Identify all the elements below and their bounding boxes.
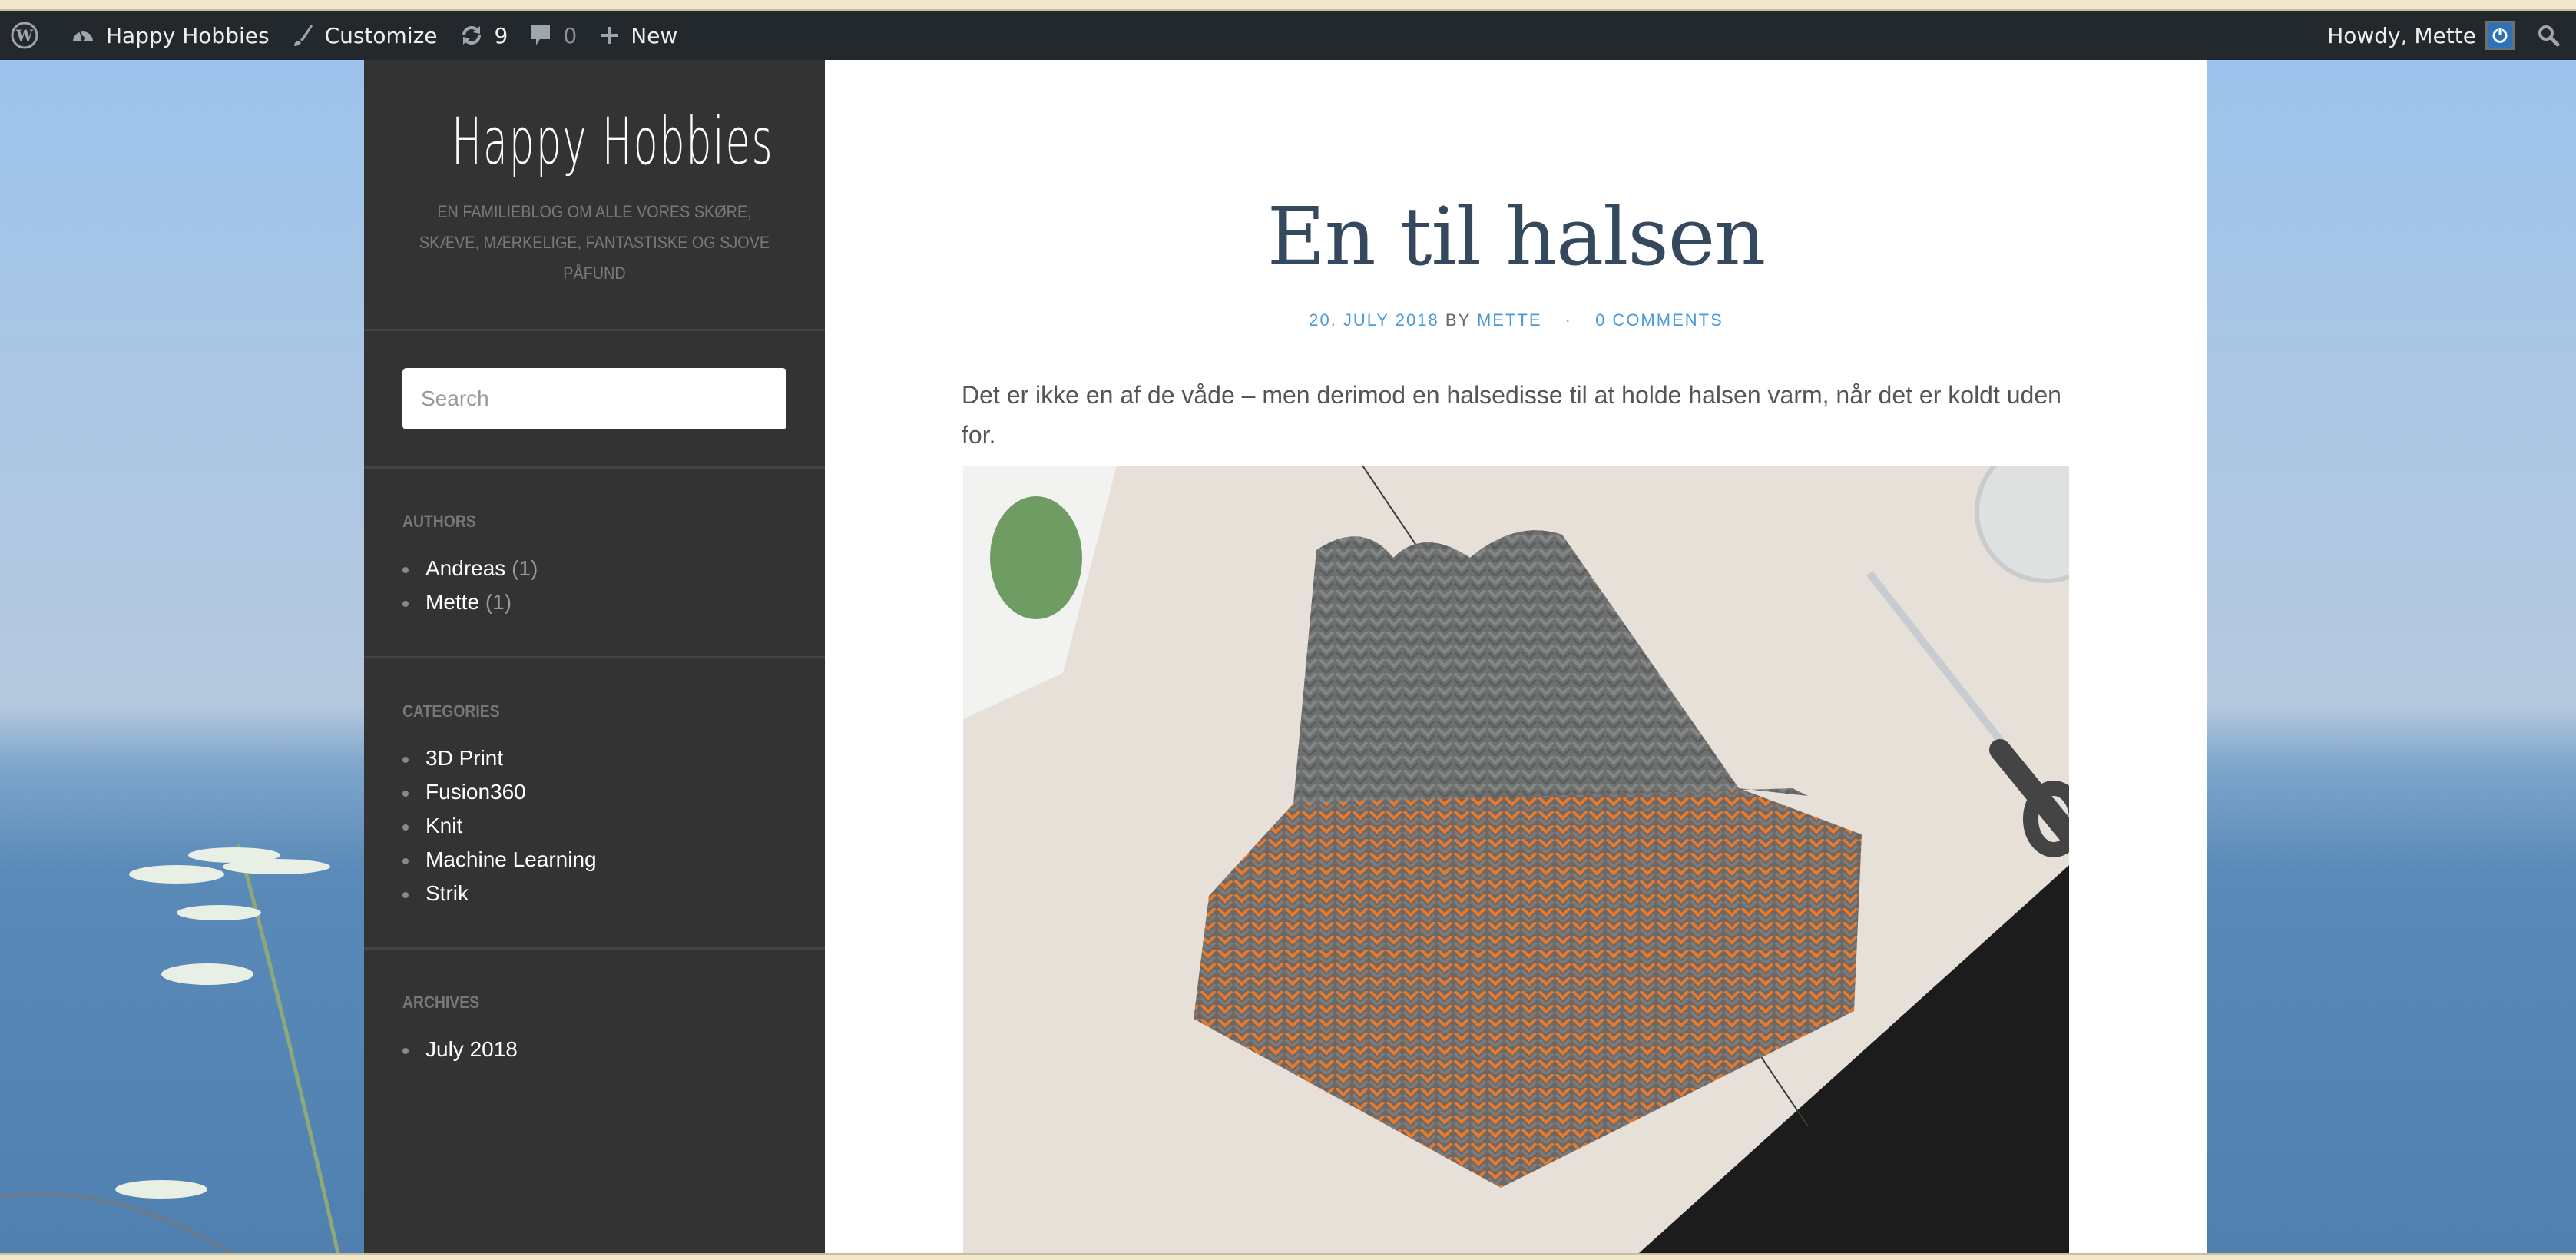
browser-top-strip [0,0,2576,11]
archives-widget: Archives July 2018 [364,950,825,1103]
customize-label: Customize [324,22,438,48]
wordpress-icon: W [11,22,38,49]
authors-widget: Authors Andreas (1) Mette (1) [364,469,825,656]
knitted-neckwarmer-photo [963,466,2069,1253]
category-item[interactable]: Knit [402,809,786,843]
comment-icon [529,23,552,48]
category-link[interactable]: Knit [425,814,462,837]
author-link[interactable]: Andreas [425,556,505,580]
widget-title-categories: Categories [402,701,500,721]
post-date-link[interactable]: 20. July 2018 [1309,310,1439,330]
meta-separator: · [1564,310,1572,330]
search-input[interactable] [402,368,786,429]
category-item[interactable]: Strik [402,877,786,910]
category-link[interactable]: Machine Learning [425,847,597,871]
admin-search-button[interactable] [2525,11,2576,60]
search-icon [2536,23,2561,48]
comments-link[interactable]: 0 [518,11,588,60]
author-item[interactable]: Andreas (1) [402,552,786,585]
archive-link[interactable]: July 2018 [425,1037,518,1061]
category-link[interactable]: Strik [425,881,469,905]
account-menu[interactable]: Howdy, Mette [2316,11,2525,60]
site-name-menu[interactable]: Happy Hobbies [60,11,280,60]
category-link[interactable]: 3D Print [425,746,503,770]
plus-icon [598,25,620,46]
browser-bottom-strip [0,1253,2576,1260]
wp-logo-menu[interactable]: W [0,11,60,60]
widget-title-authors: Authors [402,512,476,531]
comments-count: 0 [563,22,578,48]
updates-link[interactable]: 9 [449,11,519,60]
post-comments-link[interactable]: 0 Comments [1595,310,1723,330]
category-item[interactable]: Machine Learning [402,843,786,877]
customize-link[interactable]: Customize [280,11,449,60]
avatar-icon [2485,21,2515,50]
wp-admin-bar: W Happy Hobbies Customize 9 0 New Howdy,… [0,11,2576,60]
background-flowers-decoration [0,843,340,1253]
updates-count: 9 [494,22,508,48]
new-content-menu[interactable]: New [588,11,688,60]
post-author-link[interactable]: Mette [1477,310,1542,330]
search-widget [364,331,825,466]
category-item[interactable]: 3D Print [402,741,786,775]
greeting-label: Howdy, Mette [2327,22,2476,48]
by-label: by [1445,310,1471,330]
refresh-icon [459,23,484,48]
site-description: En familieblog om alle vores skøre, skæv… [419,202,770,283]
post-image[interactable] [963,466,2069,1253]
author-link[interactable]: Mette [425,590,479,614]
widget-title-archives: Archives [402,993,480,1012]
post-count: (1) [485,590,512,614]
post-meta: 20. July 2018 by Mette · 0 Comments [825,310,2207,330]
site-name-label: Happy Hobbies [106,22,270,48]
category-item[interactable]: Fusion360 [402,775,786,809]
post-body-text: Det er ikke en af de våde – men derimod … [962,381,2061,449]
svg-text:W: W [15,26,34,45]
categories-widget: Categories 3D Print Fusion360 Knit Machi… [364,658,825,947]
sidebar: Happy Hobbies En familieblog om alle vor… [364,60,825,1253]
archive-item[interactable]: July 2018 [402,1033,786,1066]
post-content: En til halsen 20. July 2018 by Mette · 0… [825,60,2207,1253]
dashboard-icon [71,23,95,48]
new-label: New [631,22,678,48]
post-title[interactable]: En til halsen [825,183,2207,290]
category-link[interactable]: Fusion360 [425,780,526,804]
post-count: (1) [512,556,538,580]
site-title[interactable]: Happy Hobbies [452,103,773,180]
paintbrush-icon [291,23,314,48]
author-item[interactable]: Mette (1) [402,585,786,619]
